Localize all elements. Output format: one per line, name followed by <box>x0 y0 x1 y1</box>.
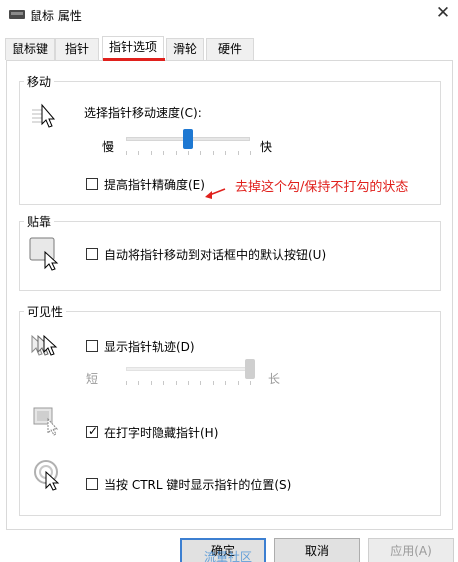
slider-tick <box>188 151 189 155</box>
slider-tick <box>225 381 227 385</box>
snap-to-checkbox[interactable] <box>86 248 98 260</box>
hide-while-typing-checkbox[interactable]: ✓ <box>86 424 99 438</box>
hide-while-typing-checkmark: ✓ <box>88 424 99 438</box>
trails-slider-thumb[interactable] <box>245 359 255 379</box>
slider-tick <box>150 381 152 385</box>
slow-label: 慢 <box>102 140 115 154</box>
motion-group-title: 移动 <box>24 73 55 90</box>
tab-strip: 鼠标键 指针 指针选项 滑轮 硬件 <box>5 36 455 60</box>
ctrl-locate-checkbox[interactable] <box>86 478 98 490</box>
tab-wheel[interactable]: 滑轮 <box>166 38 204 60</box>
title-bar: 鼠标 属性 ✕ <box>0 0 458 30</box>
slider-tick <box>163 151 165 155</box>
enhance-precision-label[interactable]: 提高指针精确度(E) <box>104 176 205 193</box>
slider-tick <box>212 151 214 155</box>
tab-panel: 移动 选择指针移动速度(C): 慢 快 提高指针精确度(E) 去掉这个勾/保持不… <box>6 60 453 530</box>
speed-label: 选择指针移动速度(C): <box>84 106 202 120</box>
close-icon[interactable]: ✕ <box>428 0 458 28</box>
slider-tick <box>212 381 214 385</box>
slider-tick <box>163 381 165 385</box>
tab-hardware[interactable]: 硬件 <box>206 38 254 60</box>
snap-to-group-title: 贴靠 <box>24 213 55 230</box>
pointer-trails-checkbox[interactable] <box>86 340 98 352</box>
slider-tick <box>237 381 239 385</box>
slider-tick <box>188 381 189 385</box>
window-title: 鼠标 属性 <box>30 9 82 23</box>
tab-pointer-options[interactable]: 指针选项 <box>102 36 164 60</box>
trails-slider-track[interactable] <box>126 367 250 371</box>
snap-to-group: 贴靠 自动将指针移动到对话框中的默认按钮(U) <box>19 213 441 291</box>
tab-buttons[interactable]: 鼠标键 <box>5 38 55 60</box>
slider-tick <box>175 151 177 155</box>
fast-label: 快 <box>260 140 273 154</box>
slider-tick <box>250 151 251 155</box>
slider-tick <box>126 381 127 385</box>
active-tab-underline <box>103 58 165 61</box>
enhance-precision-checkbox[interactable] <box>86 178 98 190</box>
slider-tick <box>150 151 152 155</box>
long-label: 长 <box>268 372 281 386</box>
snap-to-label[interactable]: 自动将指针移动到对话框中的默认按钮(U) <box>104 246 326 263</box>
tab-pointers[interactable]: 指针 <box>55 38 99 60</box>
speed-slider-thumb[interactable] <box>183 129 193 149</box>
slider-tick <box>250 381 251 385</box>
slider-tick <box>200 381 202 385</box>
mouse-icon <box>9 10 25 19</box>
apply-button[interactable]: 应用(A) <box>368 538 454 562</box>
slider-tick <box>138 381 140 385</box>
hide-while-typing-label[interactable]: 在打字时隐藏指针(H) <box>104 424 218 441</box>
hide-pointer-icon <box>33 407 59 436</box>
pointer-speed-icon <box>32 103 56 128</box>
snap-to-icon <box>29 237 59 271</box>
slider-tick <box>200 151 202 155</box>
visibility-group-title: 可见性 <box>24 303 67 320</box>
slider-tick <box>138 151 140 155</box>
pointer-trails-icon <box>31 334 58 356</box>
short-label: 短 <box>86 372 99 386</box>
annotation-text: 去掉这个勾/保持不打勾的状态 <box>235 180 409 195</box>
pointer-trails-label[interactable]: 显示指针轨迹(D) <box>104 338 195 355</box>
visibility-group: 可见性 显示指针轨迹(D) 短 长 ✓ 在打字时隐藏指针(H) 当按 CTRL … <box>19 303 441 516</box>
slider-tick <box>126 151 127 155</box>
slider-tick <box>225 151 227 155</box>
pointer-locate-icon <box>34 460 60 491</box>
arrow-icon <box>205 188 226 199</box>
slider-tick <box>175 381 177 385</box>
cancel-button[interactable]: 取消 <box>274 538 360 562</box>
slider-tick <box>237 151 239 155</box>
watermark: 流量社区 <box>204 550 253 562</box>
ctrl-locate-label[interactable]: 当按 CTRL 键时显示指针的位置(S) <box>104 476 291 493</box>
